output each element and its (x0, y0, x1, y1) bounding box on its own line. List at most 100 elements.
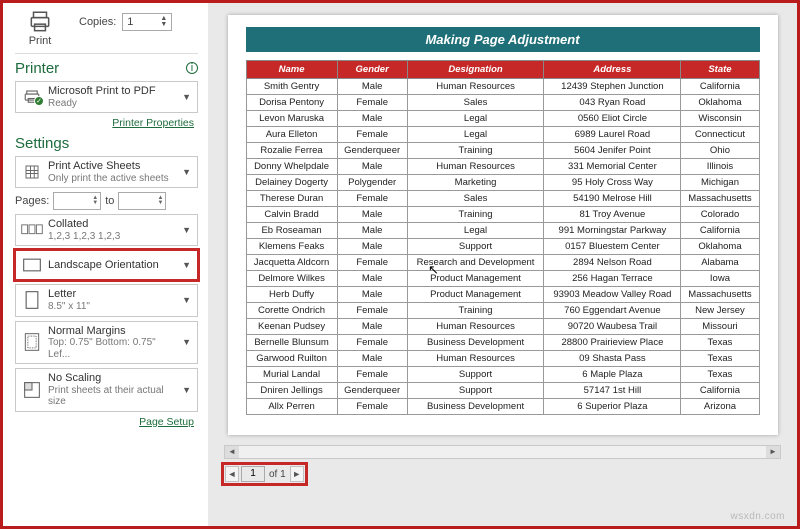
table-cell: 5604 Jenifer Point (544, 143, 681, 159)
paper-size-select[interactable]: Letter 8.5" x 11" ▼ (15, 284, 198, 316)
pages-from-input[interactable]: ▲▼ (53, 192, 101, 210)
paper-label: Letter (48, 288, 180, 301)
table-cell: 54190 Melrose Hill (544, 191, 681, 207)
print-button[interactable]: Print (15, 9, 65, 47)
table-cell: 81 Troy Avenue (544, 207, 681, 223)
table-row: Therese DuranFemaleSales54190 Melrose Hi… (246, 191, 759, 207)
table-cell: Texas (681, 367, 759, 383)
margins-label: Normal Margins (48, 325, 180, 338)
table-cell: Missouri (681, 319, 759, 335)
margins-select[interactable]: Normal Margins Top: 0.75" Bottom: 0.75" … (15, 321, 198, 365)
table-cell: Business Development (407, 399, 544, 415)
table-cell: Donny Whelpdale (246, 159, 337, 175)
table-cell: Smith Gentry (246, 79, 337, 95)
table-cell: Arizona (681, 399, 759, 415)
print-button-label: Print (15, 35, 65, 47)
chevron-down-icon[interactable]: ▼ (180, 295, 193, 305)
table-cell: 95 Holy Cross Way (544, 175, 681, 191)
copies-spinner[interactable]: 1 ▲▼ (122, 13, 172, 31)
table-cell: Female (337, 335, 407, 351)
prev-page-button[interactable]: ◄ (225, 466, 239, 482)
doc-title: Making Page Adjustment (246, 27, 760, 52)
table-header: Designation (407, 61, 544, 79)
next-page-button[interactable]: ► (290, 466, 304, 482)
table-cell: 28800 Prairieview Place (544, 335, 681, 351)
horizontal-scrollbar[interactable]: ◄ ► (224, 445, 781, 459)
table-cell: Male (337, 223, 407, 239)
spinner-arrows-icon[interactable]: ▲▼ (160, 16, 167, 28)
pages-to-input[interactable]: ▲▼ (118, 192, 166, 210)
table-cell: 6 Maple Plaza (544, 367, 681, 383)
table-cell: Garwood Ruilton (246, 351, 337, 367)
table-row: Allx PerrenFemaleBusiness Development6 S… (246, 399, 759, 415)
table-row: Eb RoseamanMaleLegal991 Morningstar Park… (246, 223, 759, 239)
chevron-down-icon[interactable]: ▼ (180, 167, 193, 177)
table-cell: Human Resources (407, 159, 544, 175)
table-cell: California (681, 383, 759, 399)
table-row: Dniren JellingsGenderqueerSupport57147 1… (246, 383, 759, 399)
chevron-down-icon[interactable]: ▼ (180, 260, 193, 270)
table-cell: Male (337, 207, 407, 223)
printer-name: Microsoft Print to PDF (48, 85, 180, 98)
table-cell: Male (337, 319, 407, 335)
table-cell: Human Resources (407, 319, 544, 335)
table-cell: Female (337, 95, 407, 111)
table-cell: Murial Landal (246, 367, 337, 383)
info-icon[interactable]: i (186, 62, 198, 74)
chevron-down-icon[interactable]: ▼ (180, 92, 193, 102)
table-cell: Male (337, 159, 407, 175)
spinner-arrows-icon[interactable]: ▲▼ (157, 196, 163, 206)
printer-select[interactable]: ✓ Microsoft Print to PDF Ready ▼ (15, 81, 198, 113)
table-cell: Product Management (407, 287, 544, 303)
table-cell: Allx Perren (246, 399, 337, 415)
table-cell: Texas (681, 351, 759, 367)
scroll-left-icon[interactable]: ◄ (225, 446, 239, 458)
scroll-right-icon[interactable]: ► (766, 446, 780, 458)
current-page-input[interactable]: 1 (241, 466, 265, 482)
table-cell: Aura Elleton (246, 127, 337, 143)
pages-label: Pages: (15, 195, 49, 207)
table-cell: Legal (407, 223, 544, 239)
table-cell: Dniren Jellings (246, 383, 337, 399)
table-cell: Keenan Pudsey (246, 319, 337, 335)
table-row: Herb DuffyMaleProduct Management93903 Me… (246, 287, 759, 303)
table-cell: Michigan (681, 175, 759, 191)
data-table: NameGenderDesignationAddressState Smith … (246, 60, 760, 415)
chevron-down-icon[interactable]: ▼ (180, 225, 193, 235)
table-cell: Training (407, 207, 544, 223)
table-row: Smith GentryMaleHuman Resources12439 Ste… (246, 79, 759, 95)
printer-icon (25, 9, 55, 35)
table-cell: Massachusetts (681, 287, 759, 303)
print-active-sub: Only print the active sheets (48, 173, 180, 185)
table-cell: Male (337, 239, 407, 255)
collated-sub: 1,2,3 1,2,3 1,2,3 (48, 231, 180, 243)
chevron-down-icon[interactable]: ▼ (180, 385, 193, 395)
print-what-select[interactable]: Print Active Sheets Only print the activ… (15, 156, 198, 188)
chevron-down-icon[interactable]: ▼ (180, 337, 193, 347)
table-cell: California (681, 223, 759, 239)
table-cell: Dorisa Pentony (246, 95, 337, 111)
table-header: Gender (337, 61, 407, 79)
table-cell: Herb Duffy (246, 287, 337, 303)
table-cell: 6989 Laurel Road (544, 127, 681, 143)
collate-icon (20, 219, 44, 241)
table-cell: Female (337, 127, 407, 143)
table-header: State (681, 61, 759, 79)
orientation-select[interactable]: Landscape Orientation ▼ (15, 250, 198, 280)
table-cell: Oklahoma (681, 95, 759, 111)
table-cell: Oklahoma (681, 239, 759, 255)
watermark: wsxdn.com (730, 511, 785, 522)
table-cell: Therese Duran (246, 191, 337, 207)
table-cell: Polygender (337, 175, 407, 191)
page-setup-link[interactable]: Page Setup (15, 416, 194, 428)
table-cell: Wisconsin (681, 111, 759, 127)
scaling-select[interactable]: No Scaling Print sheets at their actual … (15, 368, 198, 412)
table-cell: Male (337, 271, 407, 287)
printer-properties-link[interactable]: Printer Properties (15, 117, 194, 129)
table-cell: Legal (407, 111, 544, 127)
table-row: Murial LandalFemaleSupport6 Maple PlazaT… (246, 367, 759, 383)
collate-select[interactable]: Collated 1,2,3 1,2,3 1,2,3 ▼ (15, 214, 198, 246)
table-cell: 991 Morningstar Parkway (544, 223, 681, 239)
spinner-arrows-icon[interactable]: ▲▼ (92, 196, 98, 206)
table-cell: Genderqueer (337, 143, 407, 159)
